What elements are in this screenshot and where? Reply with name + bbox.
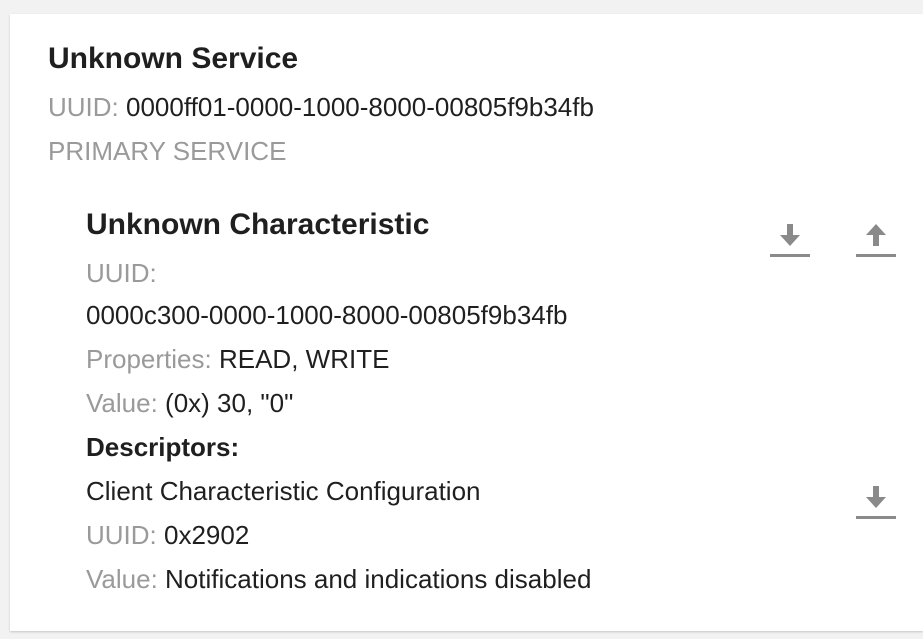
service-type: PRIMARY SERVICE (48, 136, 287, 166)
descriptor-value-label: Value: (86, 564, 158, 594)
service-uuid: UUID: 0000ff01-0000-1000-8000-00805f9b34… (48, 92, 594, 123)
characteristic-value: Value: (0x) 30, "0" (86, 388, 293, 419)
properties-label: Properties: (86, 344, 212, 374)
descriptors-heading: Descriptors: (86, 432, 240, 462)
characteristic-uuid-value: 0000c300-0000-1000-8000-00805f9b34fb (86, 300, 568, 330)
characteristic-uuid-label: UUID: (86, 258, 157, 288)
read-characteristic-button[interactable] (766, 218, 814, 266)
descriptor-uuid-label: UUID: (86, 520, 157, 550)
service-title: Unknown Service (48, 42, 299, 75)
service-uuid-value: 0000ff01-0000-1000-8000-00805f9b34fb (126, 92, 594, 122)
download-arrow-icon (770, 224, 810, 257)
value-label: Value: (86, 388, 158, 418)
descriptor-value: Value: Notifications and indications dis… (86, 564, 591, 595)
value-value: (0x) 30, "0" (165, 388, 294, 418)
read-descriptor-button[interactable] (852, 480, 900, 528)
descriptor-uuid-value: 0x2902 (164, 520, 250, 550)
characteristic-properties: Properties: READ, WRITE (86, 344, 389, 375)
descriptor-name: Client Characteristic Configuration (86, 476, 481, 506)
descriptor-uuid: UUID: 0x2902 (86, 520, 249, 551)
service-card: Unknown Service UUID: 0000ff01-0000-1000… (10, 14, 923, 631)
service-uuid-label: UUID: (48, 92, 119, 122)
descriptor-value-value: Notifications and indications disabled (165, 564, 592, 594)
characteristic-title: Unknown Characteristic (86, 208, 430, 241)
upload-arrow-icon (856, 224, 896, 257)
download-arrow-icon (856, 486, 896, 519)
write-characteristic-button[interactable] (852, 218, 900, 266)
properties-value: READ, WRITE (218, 344, 390, 374)
